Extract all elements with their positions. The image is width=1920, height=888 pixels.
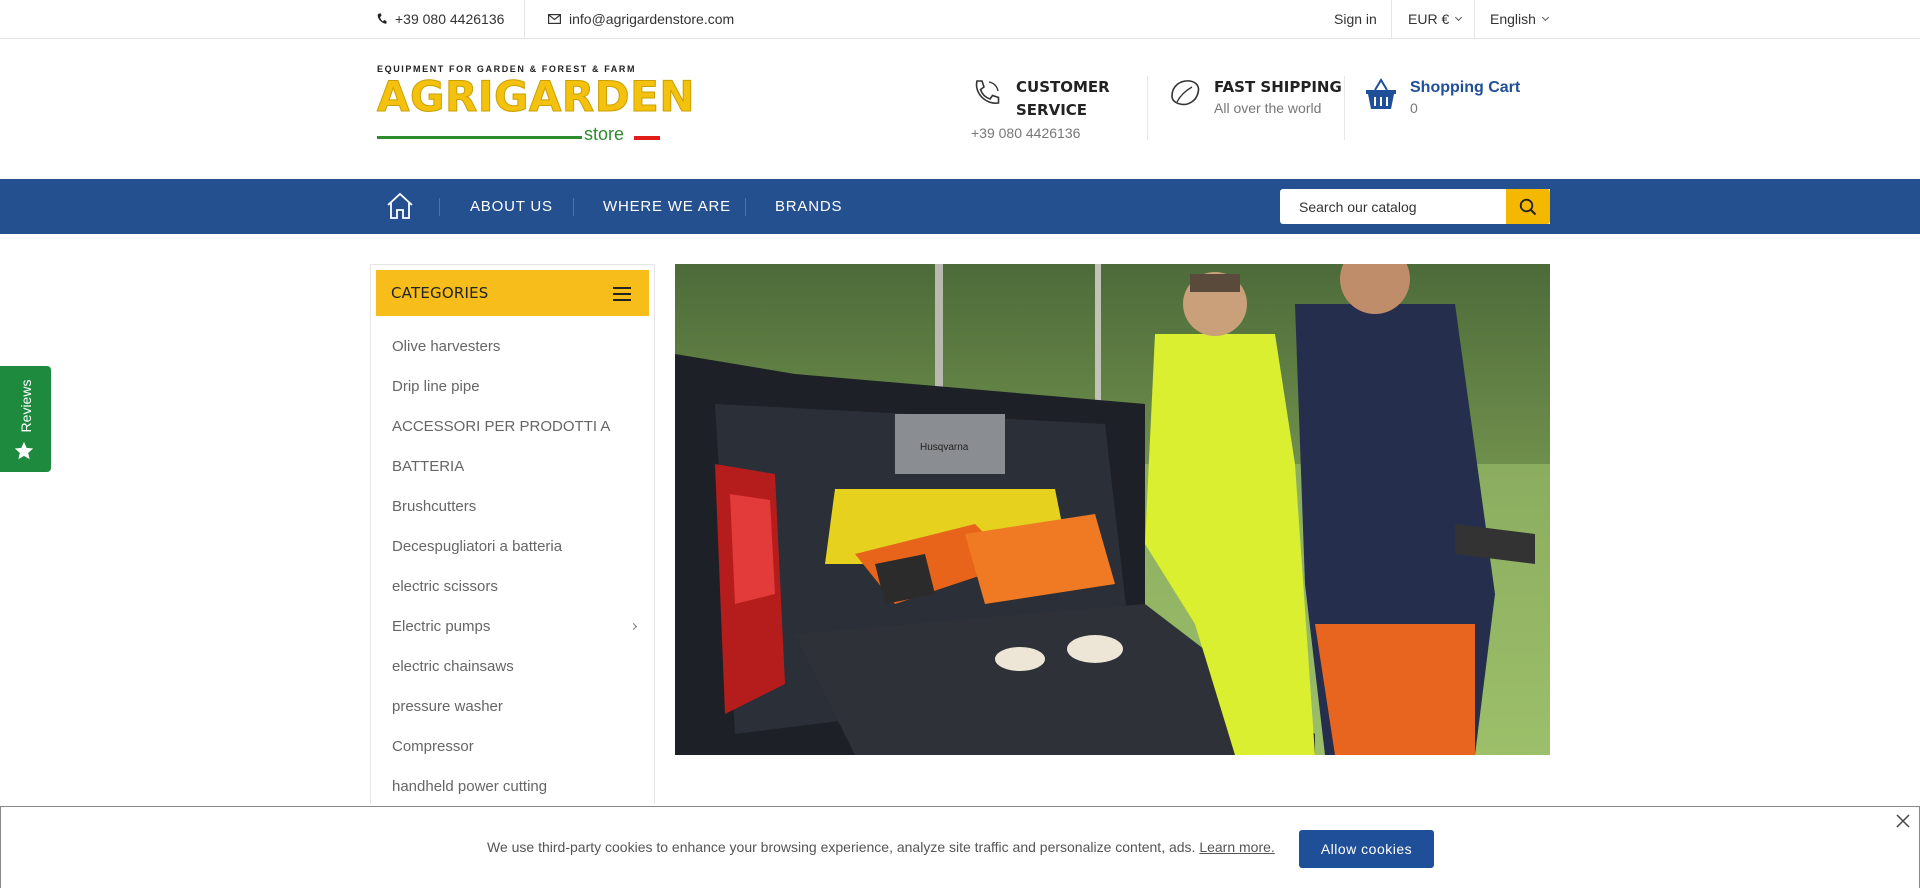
nav-divider xyxy=(745,198,746,216)
logo-underline xyxy=(377,136,582,139)
search-button[interactable] xyxy=(1506,189,1550,224)
hero-photo: Husqvarna xyxy=(675,264,1550,755)
category-item[interactable]: Decespugliatori a batteria xyxy=(392,527,642,567)
category-item[interactable]: BATTERIA xyxy=(392,447,642,487)
logo-store: store xyxy=(584,124,625,144)
category-item[interactable]: ACCESSORI PER PRODOTTI A xyxy=(392,407,642,447)
divider xyxy=(1344,76,1345,140)
customer-service-block: CUSTOMER SERVICE +39 080 4426136 xyxy=(970,76,1110,141)
nav-divider xyxy=(573,198,574,216)
categories-header[interactable]: CATEGORIES xyxy=(376,270,649,316)
sign-in-link[interactable]: Sign in xyxy=(1334,0,1377,38)
phone-icon xyxy=(377,13,387,24)
cookie-message-text: We use third-party cookies to enhance yo… xyxy=(487,839,1196,855)
chevron-down-icon xyxy=(1541,13,1549,22)
categories-title: CATEGORIES xyxy=(391,284,489,302)
top-email-link[interactable]: info@agrigardenstore.com xyxy=(548,0,734,38)
basket-icon xyxy=(1366,78,1396,109)
category-item-electric-pumps[interactable]: Electric pumps xyxy=(392,607,642,647)
shopping-cart-title: Shopping Cart xyxy=(1410,79,1521,96)
phone-handset-icon xyxy=(975,80,1000,104)
shopping-cart-link[interactable]: Shopping Cart 0 xyxy=(1364,76,1520,117)
nav-where-we-are[interactable]: WHERE WE ARE xyxy=(603,179,731,234)
language-selector[interactable]: English xyxy=(1490,0,1549,38)
close-icon[interactable] xyxy=(1896,814,1910,828)
category-item-label: Electric pumps xyxy=(392,618,491,635)
main-navigation: ABOUT US WHERE WE ARE BRANDS xyxy=(0,179,1920,234)
chevron-right-icon xyxy=(629,622,638,631)
category-item[interactable]: Drip line pipe xyxy=(392,367,642,407)
nav-divider xyxy=(439,198,440,216)
site-logo[interactable]: EQUIPMENT FOR GARDEN & FOREST & FARM AGR… xyxy=(377,64,695,146)
envelope-icon xyxy=(548,14,561,24)
categories-sidebar: CATEGORIES Olive harvesters Drip line pi… xyxy=(370,264,655,804)
top-bar: +39 080 4426136 info@agrigardenstore.com… xyxy=(0,0,1920,39)
customer-service-phone: +39 080 4426136 xyxy=(971,125,1081,141)
currency-selector[interactable]: EUR € xyxy=(1408,0,1463,38)
category-item[interactable]: electric scissors xyxy=(392,567,642,607)
customer-service-title: CUSTOMER xyxy=(1016,78,1110,96)
hero-banner-image[interactable]: Husqvarna xyxy=(675,264,1550,755)
reviews-tab[interactable]: Reviews xyxy=(0,366,51,472)
fast-shipping-subtitle: All over the world xyxy=(1214,100,1322,116)
home-icon[interactable] xyxy=(385,191,415,221)
hamburger-icon xyxy=(613,287,631,301)
cart-count: 0 xyxy=(1410,100,1418,116)
search-icon xyxy=(1519,198,1537,215)
divider xyxy=(1391,0,1392,38)
fast-shipping-block: FAST SHIPPING All over the world xyxy=(1168,76,1342,117)
customer-service-title2: SERVICE xyxy=(1016,101,1088,119)
nav-brands[interactable]: BRANDS xyxy=(775,179,842,234)
allow-cookies-button[interactable]: Allow cookies xyxy=(1299,830,1434,868)
cookie-banner: We use third-party cookies to enhance yo… xyxy=(0,806,1920,888)
top-phone-text: +39 080 4426136 xyxy=(395,11,505,27)
logo-brand: AGRIGARDEN xyxy=(377,72,695,121)
category-item[interactable]: handheld power cutting xyxy=(392,767,642,807)
fast-shipping-title: FAST SHIPPING xyxy=(1214,78,1342,96)
category-item[interactable]: pressure washer xyxy=(392,687,642,727)
category-list: Olive harvesters Drip line pipe ACCESSOR… xyxy=(392,327,642,807)
cookie-message: We use third-party cookies to enhance yo… xyxy=(487,839,1275,855)
globe-leaf-icon xyxy=(1171,80,1200,106)
language-label: English xyxy=(1490,11,1536,27)
logo-redbar xyxy=(634,136,660,140)
hero-device-label: Husqvarna xyxy=(920,442,969,453)
category-item[interactable]: Compressor xyxy=(392,727,642,767)
nav-about-us[interactable]: ABOUT US xyxy=(470,179,553,234)
category-item[interactable]: electric chainsaws xyxy=(392,647,642,687)
reviews-label: Reviews xyxy=(18,379,34,433)
category-item[interactable]: Olive harvesters xyxy=(392,327,642,367)
divider xyxy=(524,0,525,38)
chevron-down-icon xyxy=(1455,13,1463,22)
learn-more-link[interactable]: Learn more. xyxy=(1199,839,1274,855)
divider xyxy=(1147,76,1148,140)
category-item[interactable]: Brushcutters xyxy=(392,487,642,527)
top-phone-link[interactable]: +39 080 4426136 xyxy=(377,0,504,38)
star-icon xyxy=(14,441,34,460)
currency-label: EUR € xyxy=(1408,11,1450,27)
divider xyxy=(1474,0,1475,38)
top-email-text: info@agrigardenstore.com xyxy=(569,11,735,27)
